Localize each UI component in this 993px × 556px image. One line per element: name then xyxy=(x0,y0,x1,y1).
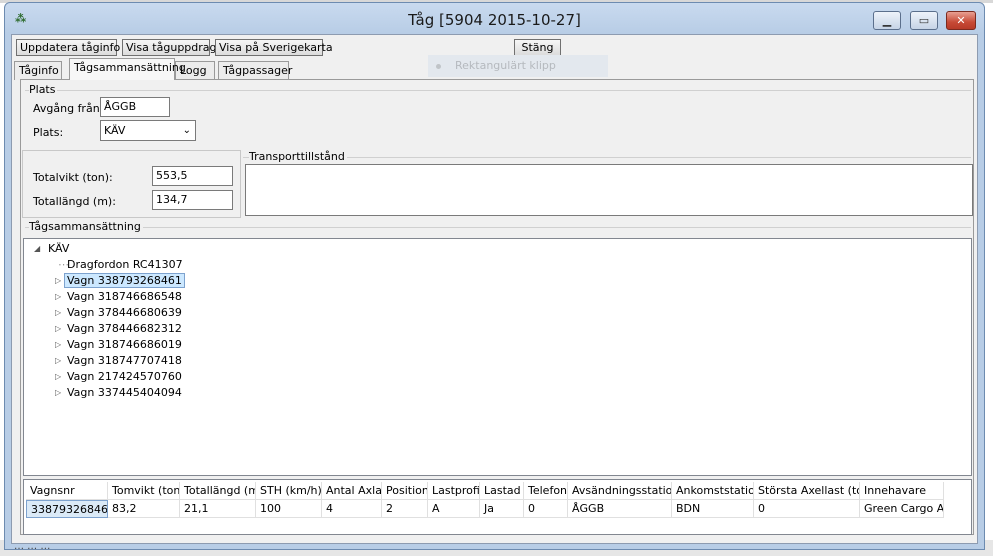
composition-tab-page: Plats Avgång från: ÅGGB Plats: KÄV ⌄ Tot… xyxy=(20,79,974,535)
transport-group-line xyxy=(243,157,971,158)
total-weight-field[interactable]: 553,5 xyxy=(152,166,233,186)
title-bar[interactable]: ⁂ Tåg [5904 2015-10-27] ▁ ▭ ✕ xyxy=(5,3,984,33)
place-select[interactable]: KÄV ⌄ xyxy=(100,120,196,141)
tree-node-wagon[interactable]: Vagn 337445404094 xyxy=(67,385,182,400)
maximize-icon: ▭ xyxy=(918,14,930,27)
maximize-button[interactable]: ▭ xyxy=(910,11,938,30)
tab-passages[interactable]: Tågpassager xyxy=(218,61,292,80)
grid-cell-wagon-number[interactable]: 338793268461 xyxy=(26,500,108,518)
composition-group-label: Tågsammansättning xyxy=(29,220,143,233)
composition-tree[interactable]: ◢ KÄV ⋯ Dragfordon RC41307 ▷ Vagn 338793… xyxy=(23,238,972,476)
grid-header[interactable]: Lastad xyxy=(480,482,524,500)
tree-node-wagon[interactable]: Vagn 378446682312 xyxy=(67,321,182,336)
total-length-label: Totallängd (m): xyxy=(33,195,116,208)
show-train-assignment-button[interactable]: Visa tåguppdrag xyxy=(122,39,217,56)
minimize-icon: ▁ xyxy=(882,14,892,27)
grid-header[interactable]: Vagnsnr xyxy=(26,482,108,500)
grid-header[interactable]: Största Axellast (ton) xyxy=(754,482,860,500)
total-length-field[interactable]: 134,7 xyxy=(152,190,233,210)
grid-cell[interactable]: A xyxy=(428,500,480,518)
expand-triangle-icon[interactable]: ▷ xyxy=(55,369,61,384)
wagon-grid[interactable]: Vagnsnr Tomvikt (ton) Totallängd (m) STH… xyxy=(23,479,972,535)
chevron-down-icon: ⌄ xyxy=(182,125,191,136)
grid-cell[interactable]: ÅGGB xyxy=(568,500,672,518)
grid-header[interactable]: Totallängd (m) xyxy=(180,482,256,500)
expand-triangle-icon[interactable]: ▷ xyxy=(55,305,61,320)
background-bottom-text: … … … xyxy=(14,541,51,552)
expand-triangle-icon[interactable]: ▷ xyxy=(55,337,61,352)
grid-header[interactable]: Innehavare xyxy=(860,482,944,500)
collapse-triangle-icon[interactable]: ◢ xyxy=(34,241,40,256)
ghost-menu-item: Rektangulärt klipp xyxy=(428,55,608,77)
expand-triangle-icon[interactable]: ▷ xyxy=(55,385,61,400)
ghost-menu-label: Rektangulärt klipp xyxy=(455,59,556,72)
grid-cell[interactable]: 83,2 xyxy=(108,500,180,518)
close-button[interactable]: Stäng xyxy=(514,39,561,56)
grid-cell[interactable]: 0 xyxy=(524,500,568,518)
radio-dot-icon xyxy=(436,63,441,69)
show-on-map-button[interactable]: Visa på Sverigekarta xyxy=(215,39,333,56)
place-label: Plats: xyxy=(33,126,64,139)
grid-cell[interactable]: Ja xyxy=(480,500,524,518)
plats-group-label: Plats xyxy=(29,83,58,96)
plats-group-line xyxy=(25,90,971,91)
place-select-value: KÄV xyxy=(104,124,126,137)
departure-field[interactable]: ÅGGB xyxy=(100,97,170,117)
grid-cell[interactable]: BDN xyxy=(672,500,754,518)
grid-cell[interactable]: 4 xyxy=(322,500,382,518)
close-icon: ✕ xyxy=(956,14,966,27)
tree-node-wagon[interactable]: Vagn 338793268461 xyxy=(64,273,185,288)
tree-node-loco[interactable]: Dragfordon RC41307 xyxy=(67,257,183,272)
grid-header[interactable]: Antal Axlar xyxy=(322,482,382,500)
train-window: ⁂ Tåg [5904 2015-10-27] ▁ ▭ ✕ Uppdatera … xyxy=(4,2,985,550)
window-title: Tåg [5904 2015-10-27] xyxy=(408,11,581,29)
grid-header[interactable]: Avsändningsstation xyxy=(568,482,672,500)
tree-node-wagon[interactable]: Vagn 318746686019 xyxy=(67,337,182,352)
total-weight-label: Totalvikt (ton): xyxy=(33,171,113,184)
expand-triangle-icon[interactable]: ▷ xyxy=(55,321,61,336)
grid-header[interactable]: Position xyxy=(382,482,428,500)
expand-triangle-icon[interactable]: ▷ xyxy=(55,353,61,368)
expand-triangle-icon[interactable]: ▷ xyxy=(55,273,61,288)
composition-group-line xyxy=(25,227,971,228)
grid-cell[interactable]: 0 xyxy=(754,500,860,518)
grid-header[interactable]: Ankomststation xyxy=(672,482,754,500)
grid-header[interactable]: Lastprofil xyxy=(428,482,480,500)
expand-triangle-icon[interactable]: ▷ xyxy=(55,289,61,304)
tree-node-wagon[interactable]: Vagn 378446680639 xyxy=(67,305,182,320)
grid-cell[interactable]: 2 xyxy=(382,500,428,518)
grid-cell[interactable]: 21,1 xyxy=(180,500,256,518)
transport-status-field[interactable] xyxy=(245,164,973,216)
tree-node-wagon[interactable]: Vagn 318747707418 xyxy=(67,353,182,368)
minimize-button[interactable]: ▁ xyxy=(873,11,901,30)
tree-root-node[interactable]: KÄV xyxy=(48,241,69,256)
client-area: Uppdatera tåginfo Visa tåguppdrag Visa p… xyxy=(11,34,978,544)
grid-header[interactable]: STH (km/h) xyxy=(256,482,322,500)
update-train-info-button[interactable]: Uppdatera tåginfo xyxy=(16,39,120,56)
grid-cell[interactable]: Green Cargo AB xyxy=(860,500,944,518)
close-window-button[interactable]: ✕ xyxy=(946,11,976,30)
grid-cell[interactable]: 100 xyxy=(256,500,322,518)
grid-header[interactable]: Telefon xyxy=(524,482,568,500)
tab-composition[interactable]: Tågsammansättning xyxy=(69,58,186,80)
grid-header[interactable]: Tomvikt (ton) xyxy=(108,482,180,500)
departure-label: Avgång från: xyxy=(33,102,104,115)
tree-node-wagon[interactable]: Vagn 217424570760 xyxy=(67,369,182,384)
tab-train-info[interactable]: Tåginfo xyxy=(14,61,62,80)
tree-node-wagon[interactable]: Vagn 318746686548 xyxy=(67,289,182,304)
transport-group-label: Transporttillstånd xyxy=(249,150,347,163)
